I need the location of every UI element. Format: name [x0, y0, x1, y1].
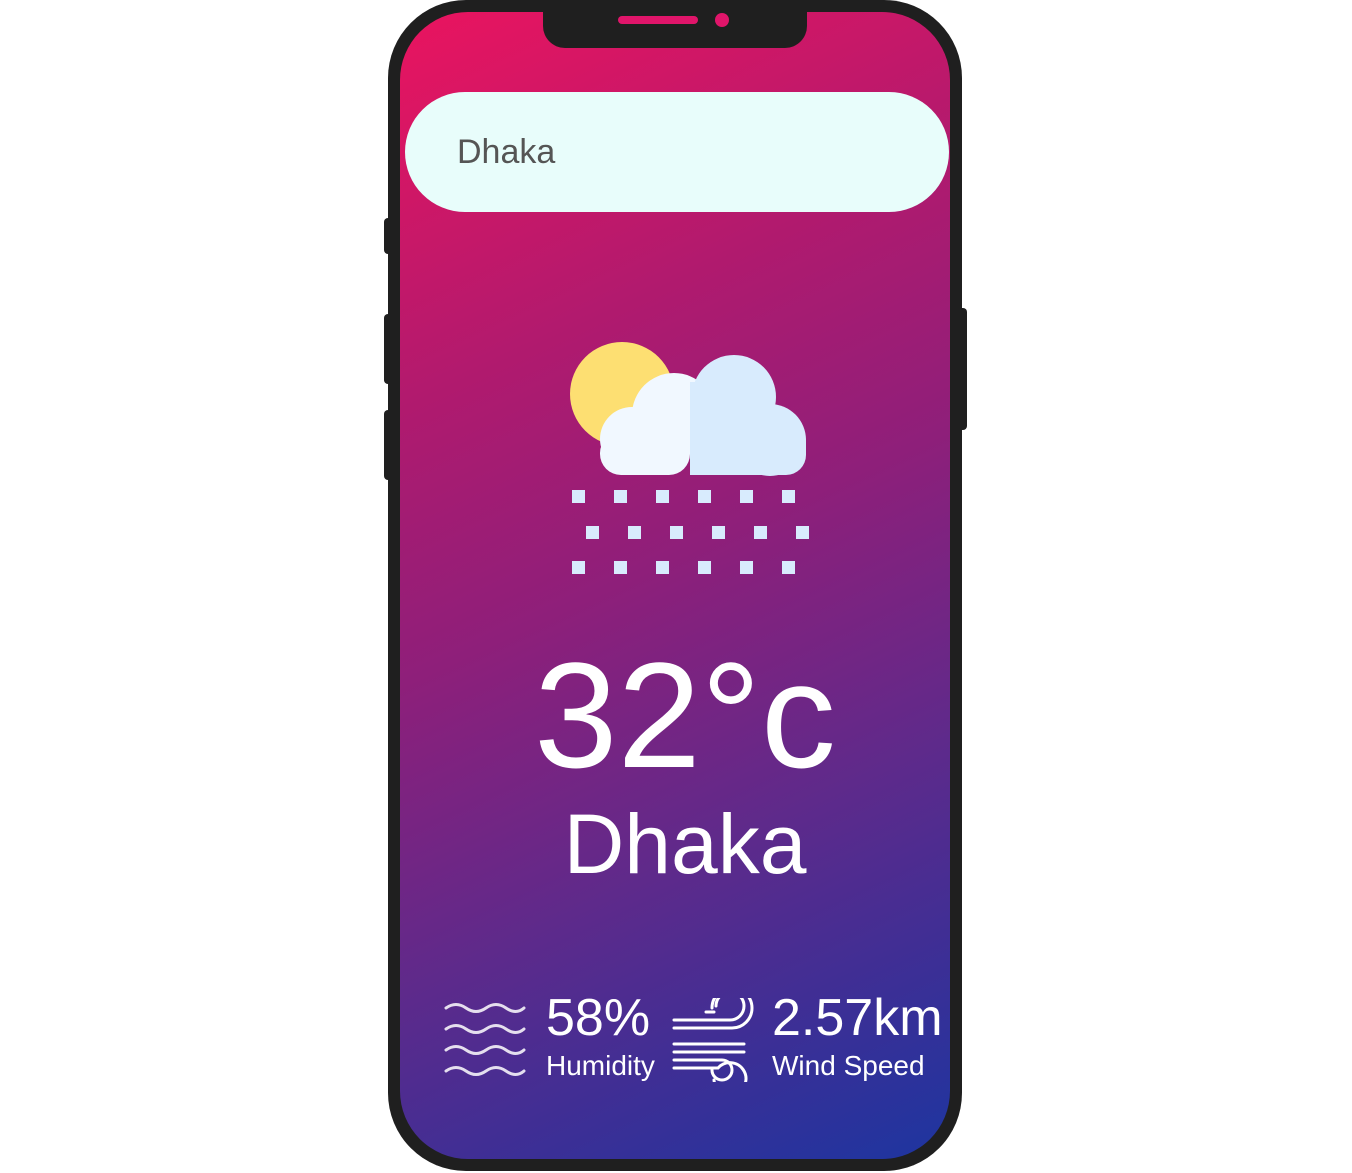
- weather-app-screen: 32°c Dhaka 58% Humidity: [400, 12, 950, 1159]
- temperature-value: 32°c: [534, 631, 836, 799]
- city-name: Dhaka: [563, 797, 807, 891]
- humidity-stat: 58% Humidity: [546, 992, 655, 1080]
- wind-speed-label: Wind Speed: [772, 1050, 925, 1081]
- stage: 32°c Dhaka 58% Humidity: [0, 0, 1352, 1173]
- phone-notch: [543, 0, 807, 48]
- search-box[interactable]: [405, 92, 949, 212]
- wind-icon: [672, 998, 754, 1082]
- humidity-value: 58%: [546, 989, 651, 1047]
- front-camera: [715, 13, 729, 27]
- speaker-grille: [618, 16, 698, 24]
- snow-dots: [572, 490, 809, 574]
- humidity-label: Humidity: [546, 1050, 655, 1081]
- sun-cloud-snow-icon: [570, 342, 809, 574]
- humidity-waves-icon: [444, 1003, 526, 1076]
- wind-speed-value: 2.57km: [772, 989, 943, 1047]
- search-input[interactable]: [457, 122, 897, 182]
- wind-stat: 2.57km Wind Speed: [772, 992, 943, 1080]
- phone-frame: 32°c Dhaka 58% Humidity: [388, 0, 962, 1171]
